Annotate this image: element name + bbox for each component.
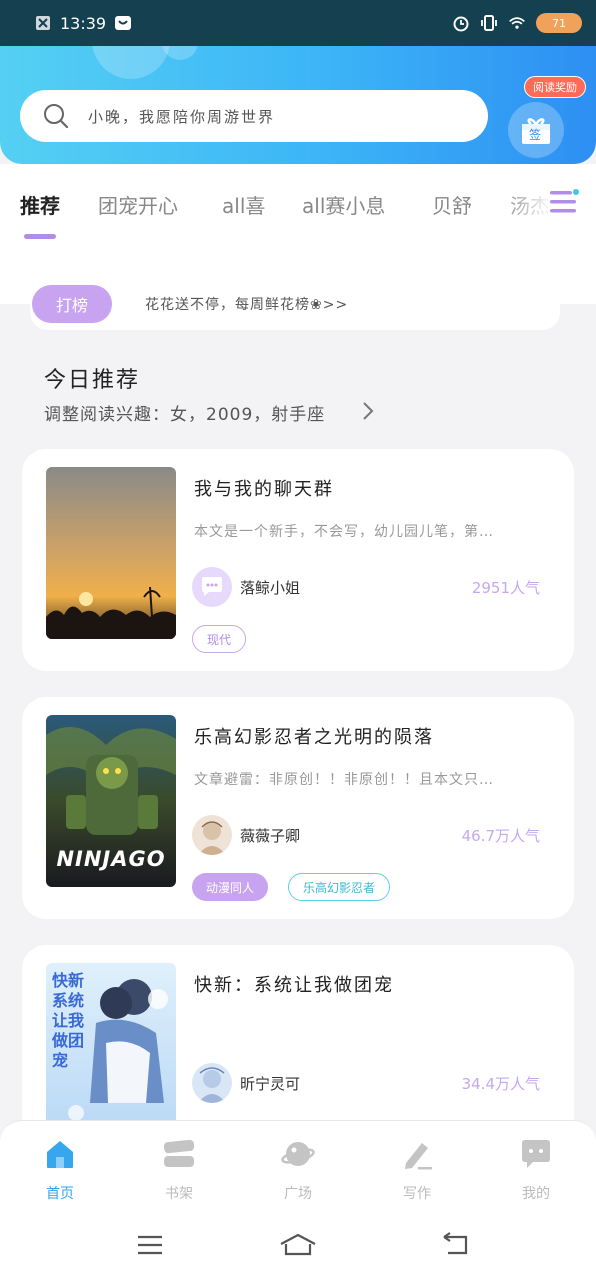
author-name[interactable]: 昕宁灵可 [240, 1073, 300, 1094]
decor-bubble [92, 46, 170, 79]
tab-all-saixiaoxi[interactable]: all赛小息 [302, 190, 385, 219]
book-title: 快新：系统让我做团宠 [194, 975, 394, 996]
book-tag[interactable]: 乐高幻影忍者 [288, 873, 391, 901]
author-avatar[interactable] [192, 567, 232, 607]
book-description: 本文是一个新手，不会写，幼儿园儿笔，第… [194, 524, 494, 540]
search-icon [44, 104, 69, 129]
close-notification-icon [34, 14, 52, 32]
alarm-icon [452, 14, 470, 32]
book-description: 文章避雷：非原创！！非原创！！且本文只… [194, 772, 494, 788]
book-tag[interactable]: 动漫同人 [192, 873, 269, 901]
popularity-count: 34.4万人气 [461, 1075, 540, 1093]
nav-home[interactable]: 首页 [20, 1137, 100, 1203]
home-icon [47, 1141, 73, 1168]
book-title: 我与我的聊天群 [194, 479, 334, 500]
tab-tuanchong[interactable]: 团宠开心 [98, 190, 178, 219]
author-avatar[interactable] [192, 815, 232, 855]
reading-interest-link[interactable]: 调整阅读兴趣：女，2009，射手座 [44, 400, 325, 425]
book-card[interactable]: NINJAGO 乐高幻影忍者之光明的陨落 文章避雷：非原创！！非原创！！且本文只… [22, 697, 574, 919]
author-avatar[interactable] [192, 1063, 232, 1103]
cover-title: 快新系统让我做团宠 [52, 971, 85, 1070]
chat-bubble-icon [202, 577, 222, 596]
home-button-icon[interactable] [278, 1232, 318, 1258]
checkin-label: 签 [529, 128, 542, 142]
book-title: 乐高幻影忍者之光明的陨落 [194, 727, 434, 748]
recent-apps-icon[interactable] [135, 1232, 165, 1258]
tab-recommend[interactable]: 推荐 [20, 190, 60, 219]
book-card[interactable]: 我与我的聊天群 本文是一个新手，不会写，幼儿园儿笔，第… 落鲸小姐 2951人气… [22, 449, 574, 671]
search-bar[interactable]: 小晚，我愿陪你周游世界 [20, 90, 488, 142]
status-bar: 13:39 71 [0, 0, 596, 46]
book-cover: NINJAGO [46, 715, 176, 887]
decor-bubble [162, 46, 198, 60]
app-notification-icon [114, 14, 132, 32]
nav-write[interactable]: 写作 [377, 1137, 457, 1203]
popularity-count: 46.7万人气 [461, 827, 540, 845]
book-cover: 快新系统让我做团宠 [46, 963, 176, 1135]
wifi-icon [508, 14, 526, 32]
nav-mine-label: 我的 [522, 1186, 550, 1202]
tab-all-xi[interactable]: all喜 [222, 190, 265, 219]
planet-icon [281, 1142, 315, 1166]
category-menu-icon[interactable] [548, 188, 580, 216]
nav-plaza-label: 广场 [284, 1186, 312, 1202]
chat-icon [522, 1140, 550, 1168]
search-placeholder: 小晚，我愿陪你周游世界 [88, 107, 276, 126]
notice-text[interactable]: 花花送不停，每周鲜花榜❀>> [145, 294, 348, 314]
bookshelf-icon [163, 1139, 195, 1167]
nav-bookshelf[interactable]: 书架 [139, 1137, 219, 1203]
chevron-right-icon [363, 402, 374, 420]
nav-plaza[interactable]: 广场 [258, 1137, 338, 1203]
book-cover [46, 467, 176, 639]
author-name[interactable]: 落鲸小姐 [240, 577, 300, 598]
popularity-count: 2951人气 [471, 579, 540, 597]
system-navigation-bar [0, 1212, 596, 1280]
vibrate-icon [480, 14, 498, 32]
category-tabs: 推荐 团宠开心 all喜 all赛小息 贝舒 汤杰 [0, 164, 596, 240]
nav-home-label: 首页 [46, 1186, 74, 1202]
section-title: 今日推荐 [44, 368, 141, 393]
battery-indicator: 71 [536, 13, 582, 33]
nav-bookshelf-label: 书架 [165, 1186, 193, 1202]
back-icon[interactable] [440, 1232, 470, 1258]
nav-mine[interactable]: 我的 [496, 1137, 576, 1203]
header: 小晚，我愿陪你周游世界 签 阅读奖励 [0, 46, 596, 164]
cover-title: NINJAGO [56, 847, 166, 871]
tab-beishu[interactable]: 贝舒 [432, 190, 472, 219]
reading-reward-badge[interactable]: 阅读奖励 [524, 76, 586, 98]
author-name[interactable]: 薇薇子卿 [240, 825, 300, 846]
status-time: 13:39 [60, 13, 107, 33]
rank-button[interactable]: 打榜 [32, 285, 112, 323]
daily-checkin-button[interactable]: 签 [508, 102, 564, 158]
pencil-icon [405, 1143, 432, 1170]
nav-write-label: 写作 [403, 1186, 431, 1202]
active-tab-indicator [24, 234, 56, 239]
book-tag[interactable]: 现代 [192, 625, 247, 653]
bottom-navigation: 首页 书架 广场 写作 我的 [0, 1120, 596, 1212]
